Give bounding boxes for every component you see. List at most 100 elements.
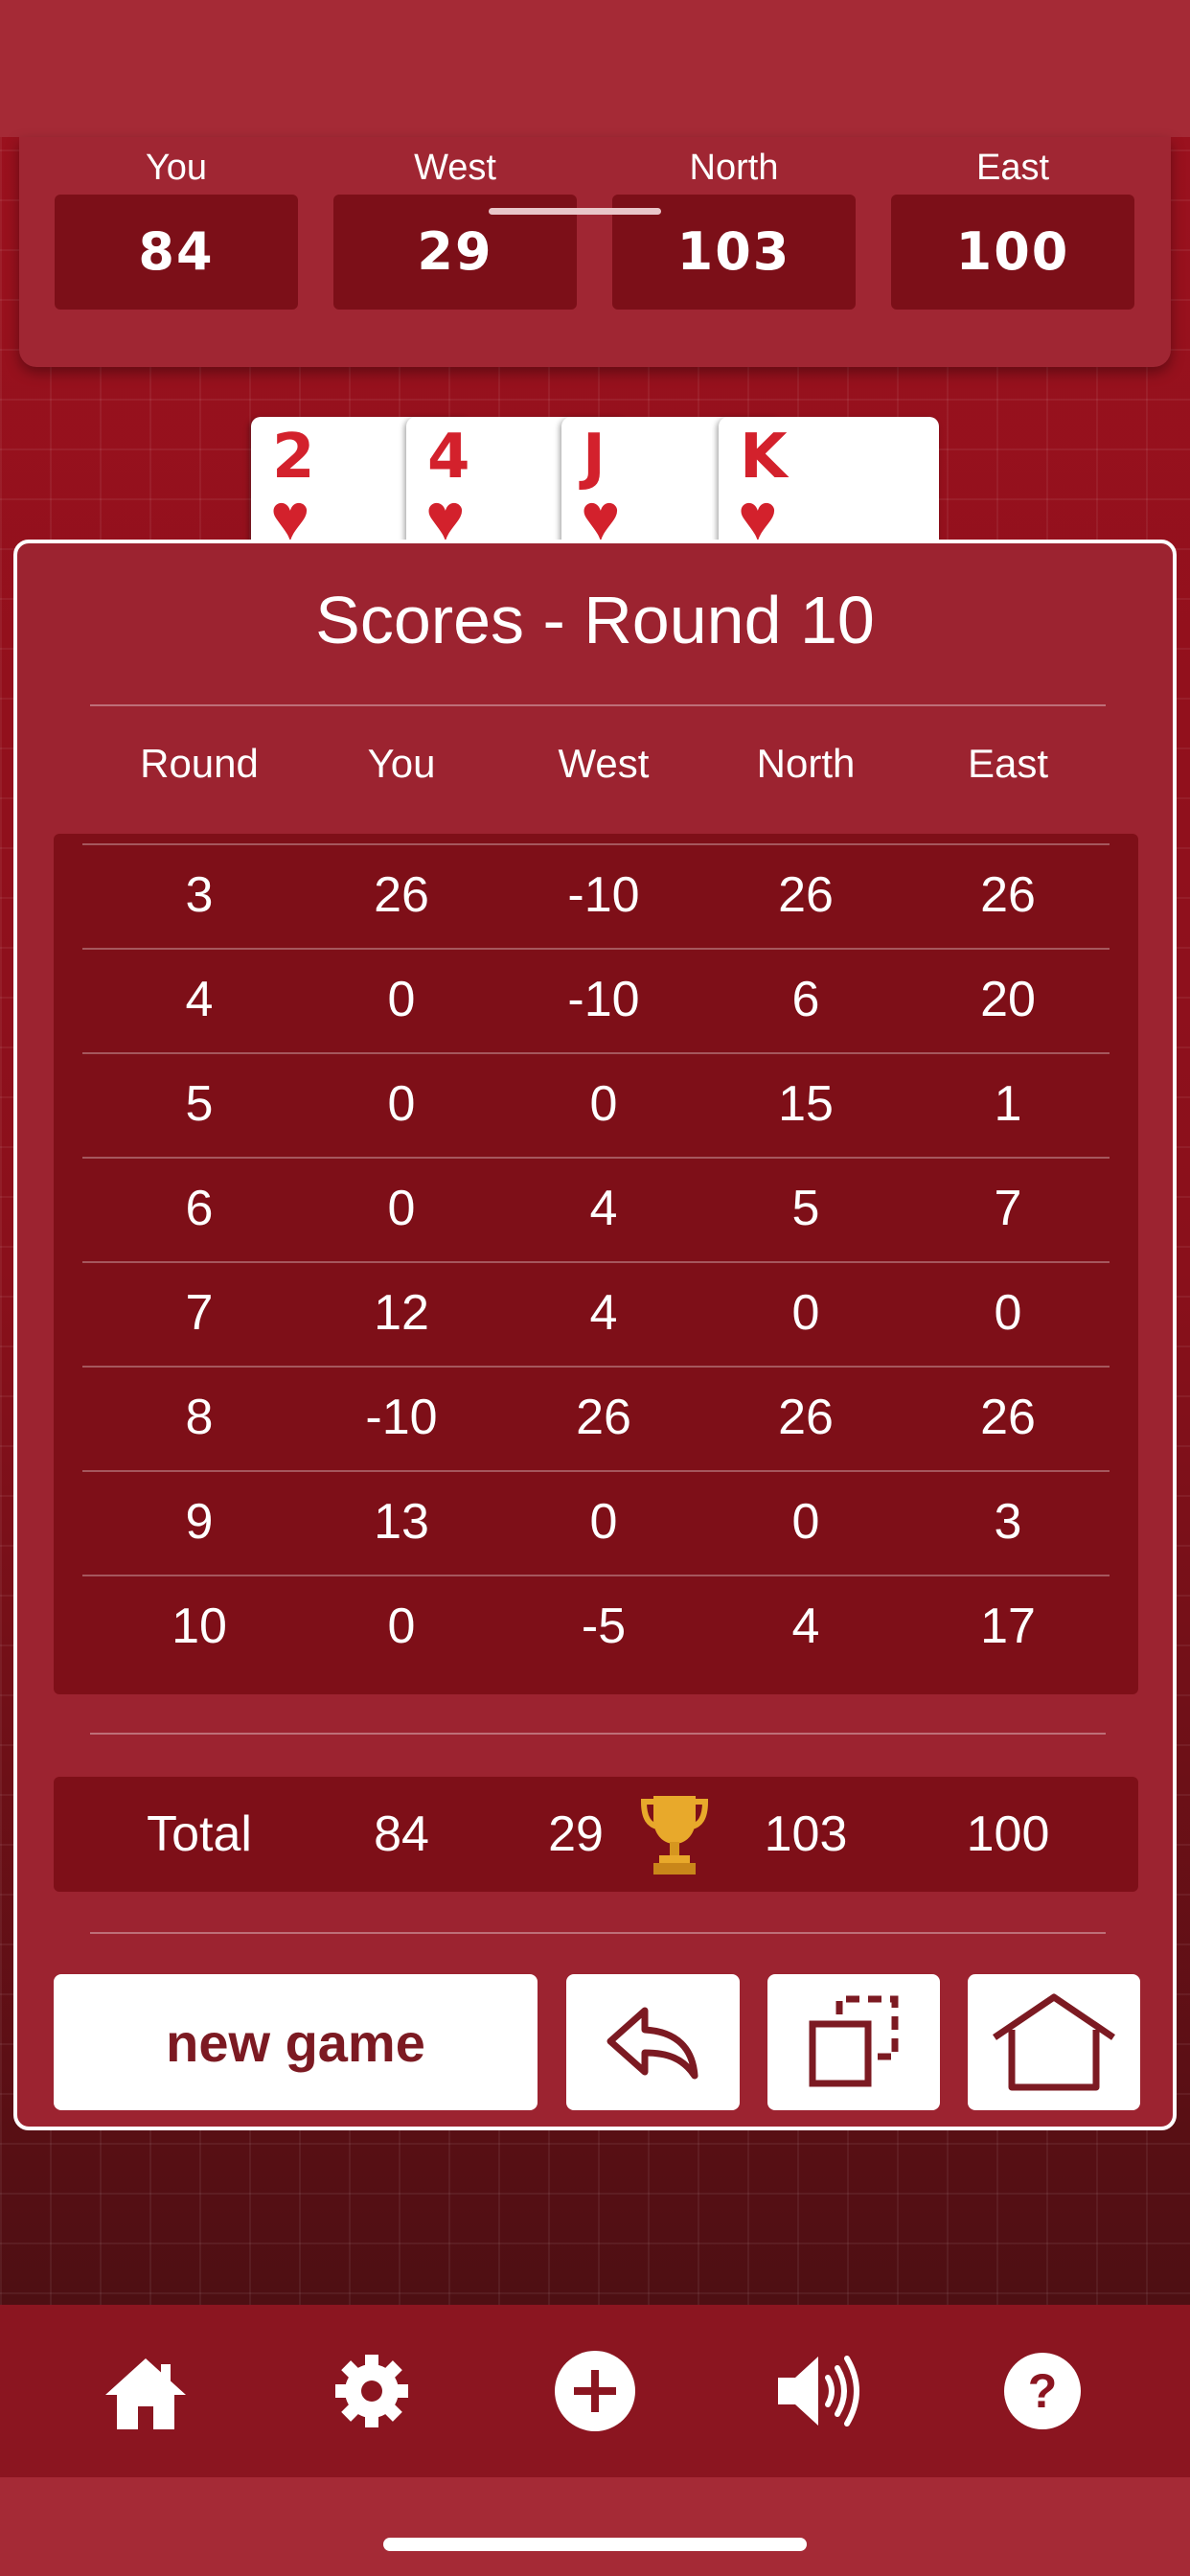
score-cell: -10	[567, 867, 640, 923]
sound-icon	[778, 2356, 859, 2426]
score-cell: 0	[589, 1494, 618, 1550]
header-east: East	[967, 741, 1049, 786]
score-cell: 26	[778, 1390, 834, 1445]
score-cell: -10	[567, 972, 640, 1027]
round-number-cell: 10	[172, 1598, 227, 1654]
home-indicator[interactable]	[383, 2538, 807, 2551]
nav-home[interactable]	[98, 2343, 194, 2439]
score-row: 4 0 -10 6 20	[54, 948, 1138, 1052]
player-east: East 100	[891, 137, 1134, 310]
score-row: 6 0 4 5 7	[54, 1157, 1138, 1261]
header-north: North	[756, 741, 856, 786]
copy-button[interactable]	[767, 1974, 940, 2110]
score-cell: 26	[576, 1390, 631, 1445]
status-bar	[0, 0, 1190, 137]
score-cell: 0	[589, 1076, 618, 1132]
score-cell: 7	[994, 1181, 1022, 1236]
card-rank: J	[583, 422, 606, 493]
home-icon	[105, 2358, 186, 2429]
score-cell: 17	[980, 1598, 1036, 1654]
score-row: 3 26 -10 26 26	[54, 843, 1138, 948]
round-number-cell: 9	[185, 1494, 214, 1550]
score-cell: 4	[589, 1285, 618, 1341]
score-cell: 15	[778, 1076, 834, 1132]
score-cell: 26	[980, 867, 1036, 923]
round-number-cell: 8	[185, 1390, 214, 1445]
new-game-label: new game	[166, 2012, 425, 2073]
header-you: You	[367, 741, 436, 786]
total-north: 103	[764, 1806, 848, 1862]
svg-text:?: ?	[1028, 2364, 1058, 2418]
score-row: 9 13 0 0 3	[54, 1470, 1138, 1575]
copy-icon	[809, 1995, 899, 2087]
header-west: West	[558, 741, 650, 786]
score-cell: 0	[387, 1598, 416, 1654]
card-k-hearts[interactable]: K ♥	[719, 417, 939, 551]
round-number-cell: 7	[185, 1285, 214, 1341]
player-name: West	[414, 148, 496, 188]
home-outline-icon	[993, 1993, 1115, 2091]
score-cell: 0	[387, 1076, 416, 1132]
score-table-body: 3 26 -10 26 26 4 0 -10 6 20 5 0 0 15 1 6 0 4 5 7 7 12 4 0 0 8 -10 2…	[54, 834, 1138, 1694]
score-table-header: Round You West North East	[17, 735, 1173, 793]
player-north: North 103	[612, 137, 856, 310]
scores-modal: Scores - Round 10 Round You West North E…	[13, 540, 1177, 2130]
total-east: 100	[966, 1806, 1050, 1862]
home-button[interactable]	[968, 1974, 1140, 2110]
row-divider	[82, 1366, 1110, 1368]
header-round: Round	[140, 741, 259, 786]
score-row: 10 0 -5 4 17	[54, 1575, 1138, 1679]
score-cell: 26	[778, 867, 834, 923]
score-cell: 0	[994, 1285, 1022, 1341]
row-divider	[82, 1470, 1110, 1472]
new-game-button[interactable]: new game	[54, 1974, 538, 2110]
total-label: Total	[147, 1806, 252, 1862]
round-number-cell: 4	[185, 972, 214, 1027]
player-name: East	[975, 148, 1050, 188]
score-cell: 4	[791, 1598, 820, 1654]
score-cell: 12	[374, 1285, 429, 1341]
player-west: West 29	[333, 137, 577, 310]
score-cell: 0	[387, 1181, 416, 1236]
card-rank: 2	[272, 422, 315, 493]
round-number-cell: 3	[185, 867, 214, 923]
row-divider	[82, 1157, 1110, 1159]
total-row: Total 84 29 103 100	[54, 1777, 1138, 1892]
trophy-icon	[640, 1790, 709, 1878]
row-divider	[82, 1261, 1110, 1263]
row-divider	[82, 948, 1110, 950]
row-divider	[82, 1052, 1110, 1054]
score-cell: 5	[791, 1181, 820, 1236]
score-cell: 0	[791, 1285, 820, 1341]
undo-arrow-icon	[606, 2007, 698, 2080]
score-cell: 26	[980, 1390, 1036, 1445]
score-cell: -10	[365, 1390, 438, 1445]
score-cell: 0	[387, 972, 416, 1027]
nav-settings[interactable]	[324, 2343, 420, 2439]
undo-button[interactable]	[566, 1974, 740, 2110]
nav-sound[interactable]	[770, 2343, 866, 2439]
score-cell: 20	[980, 972, 1036, 1027]
row-divider	[82, 1575, 1110, 1576]
settings-gear-icon	[335, 2355, 408, 2427]
nav-help[interactable]: ?	[995, 2343, 1090, 2439]
score-row: 5 0 0 15 1	[54, 1052, 1138, 1157]
bottom-nav: ?	[0, 2305, 1190, 2477]
round-number-cell: 6	[185, 1181, 214, 1236]
card-rank: 4	[427, 422, 470, 493]
help-icon: ?	[1004, 2353, 1081, 2429]
divider	[90, 1932, 1106, 1934]
score-row: 7 12 4 0 0	[54, 1261, 1138, 1366]
score-cell: 6	[791, 972, 820, 1027]
round-number-cell: 5	[185, 1076, 214, 1132]
player-you: You 84	[55, 137, 298, 310]
player-score: 100	[891, 195, 1134, 310]
total-you: 84	[374, 1806, 429, 1862]
player-name: North	[689, 148, 779, 188]
nav-add[interactable]	[547, 2343, 643, 2439]
score-cell: 26	[374, 867, 429, 923]
home-indicator-area	[0, 2477, 1190, 2576]
row-divider	[82, 843, 1110, 845]
panel-drag-handle[interactable]	[489, 208, 661, 215]
modal-title: Scores - Round 10	[315, 583, 875, 657]
